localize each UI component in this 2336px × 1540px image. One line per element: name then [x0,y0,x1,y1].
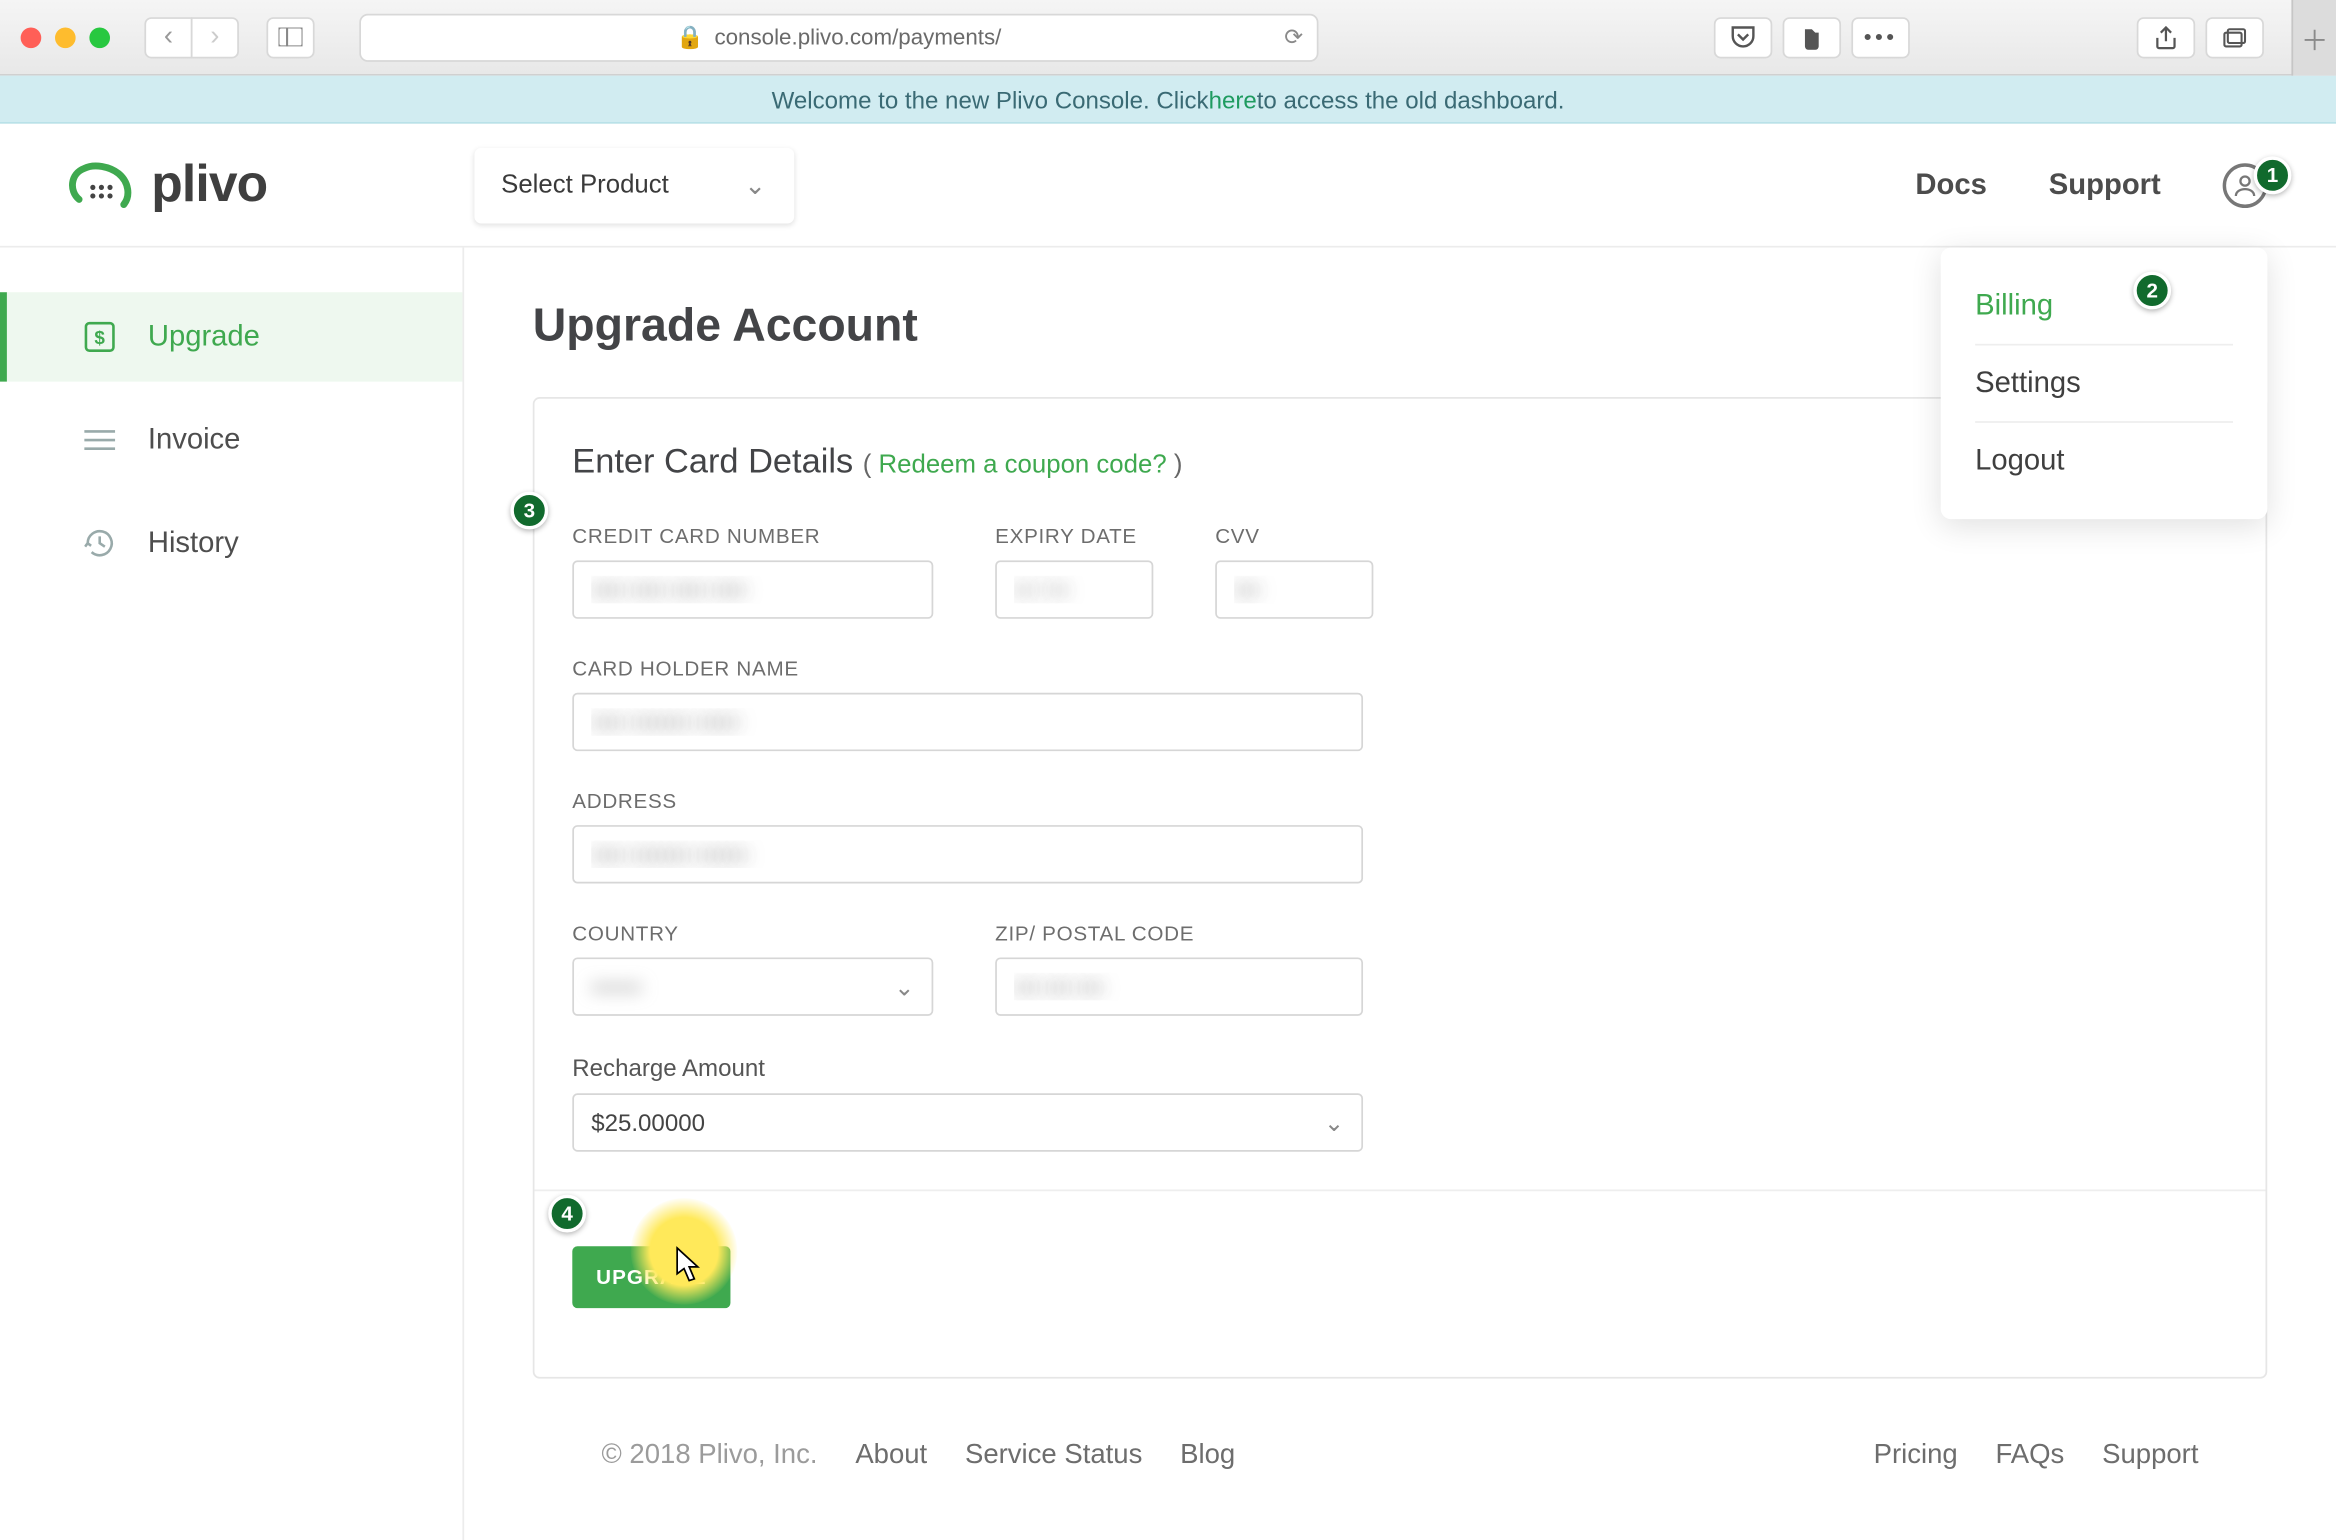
recharge-select[interactable]: $25.00000 ⌄ [572,1093,1363,1151]
footer-blog[interactable]: Blog [1180,1441,1235,1472]
minimize-window-icon[interactable] [55,27,76,48]
banner-text-suffix: to access the old dashboard. [1257,85,1565,113]
step-badge-2: 2 [2133,272,2171,310]
product-select-label: Select Product [501,170,669,199]
holder-input[interactable] [572,693,1363,751]
sidebar-item-label: History [148,526,239,560]
forward-button[interactable]: › [191,16,239,57]
new-tab-button[interactable]: ＋ [2291,0,2336,75]
payment-card: 3 Enter Card Details ( Redeem a coupon c… [533,397,2267,1379]
menu-separator [1975,421,2233,423]
label-address: ADDRESS [572,789,1363,813]
cvv-input[interactable] [1215,560,1373,618]
sidebar-toggle-button[interactable] [266,16,314,57]
redeem-coupon-link[interactable]: Redeem a coupon code? [879,450,1167,479]
sidebar-item-label: Upgrade [148,320,260,354]
close-window-icon[interactable] [21,27,42,48]
chevron-down-icon: ⌄ [1324,1108,1344,1137]
nav-support[interactable]: Support [2049,168,2161,202]
user-menu: Billing 2 Settings Logout [1941,248,2268,520]
footer-pricing[interactable]: Pricing [1874,1441,1958,1472]
menu-item-logout[interactable]: Logout [1975,426,2233,495]
label-country: COUNTRY [572,921,933,945]
maximize-window-icon[interactable] [89,27,110,48]
label-cc: CREDIT CARD NUMBER [572,524,933,548]
logo-icon [69,157,134,212]
label-expiry: EXPIRY DATE [995,524,1153,548]
label-cvv: CVV [1215,524,1373,548]
more-button[interactable]: ••• [1851,16,1909,57]
cc-number-input[interactable] [572,560,933,618]
menu-item-billing[interactable]: Billing 2 [1975,272,2233,341]
info-banner: Welcome to the new Plivo Console. Click … [0,76,2336,124]
country-select[interactable]: ••••••⌄ [572,957,933,1015]
sidebar-item-history[interactable]: History [0,499,462,588]
sidebar: $ Upgrade Invoice History [0,248,464,1540]
history-icon [83,526,117,560]
share-button[interactable] [2137,16,2195,57]
url-bar[interactable]: 🔒 console.plivo.com/payments/ ⟳ [359,13,1318,61]
label-holder: CARD HOLDER NAME [572,657,1363,681]
back-button[interactable]: ‹ [144,16,192,57]
product-select[interactable]: Select Product ⌄ [474,147,794,223]
chevron-down-icon: ⌄ [744,169,766,200]
footer-faqs[interactable]: FAQs [1996,1441,2065,1472]
reload-icon[interactable]: ⟳ [1284,23,1303,51]
zip-input[interactable] [995,957,1363,1015]
sidebar-item-label: Invoice [148,423,241,457]
footer-copyright: © 2018 Plivo, Inc. [602,1441,818,1472]
recharge-value: $25.00000 [591,1109,705,1137]
chevron-down-icon: ⌄ [894,972,914,1001]
browser-chrome: ‹ › 🔒 console.plivo.com/payments/ ⟳ ••• [0,0,2336,76]
menu-item-settings[interactable]: Settings [1975,349,2233,418]
banner-text-prefix: Welcome to the new Plivo Console. Click [772,85,1209,113]
label-recharge: Recharge Amount [572,1054,1363,1082]
sidebar-item-upgrade[interactable]: $ Upgrade [0,292,462,381]
app-header: plivo Select Product ⌄ Docs Support 1 Bi… [0,124,2336,248]
footer-status[interactable]: Service Status [965,1441,1142,1472]
tabs-button[interactable] [2205,16,2263,57]
invoice-icon [83,423,117,457]
address-input[interactable] [572,825,1363,883]
label-zip: ZIP/ POSTAL CODE [995,921,1363,945]
window-controls [21,27,110,48]
sidebar-item-invoice[interactable]: Invoice [0,395,462,484]
footer: © 2018 Plivo, Inc. About Service Status … [533,1413,2267,1499]
upgrade-icon: $ [83,320,117,354]
expiry-input[interactable] [995,560,1153,618]
footer-support[interactable]: Support [2102,1441,2198,1472]
step-badge-4: 4 [548,1195,586,1233]
nav-docs[interactable]: Docs [1915,168,1986,202]
footer-about[interactable]: About [855,1441,927,1472]
logo[interactable]: plivo [69,156,268,214]
evernote-button[interactable] [1783,16,1841,57]
lock-icon: 🔒 [676,23,704,51]
upgrade-button[interactable]: UPGRADE [572,1246,730,1308]
step-badge-3: 3 [511,492,549,530]
step-badge-1: 1 [2254,156,2292,194]
logo-text: plivo [151,156,267,214]
user-menu-button[interactable]: 1 [2223,162,2268,207]
pocket-button[interactable] [1714,16,1772,57]
menu-separator [1975,344,2233,346]
banner-link[interactable]: here [1209,85,1257,113]
svg-text:$: $ [94,328,105,349]
url-text: console.plivo.com/payments/ [714,24,1001,50]
